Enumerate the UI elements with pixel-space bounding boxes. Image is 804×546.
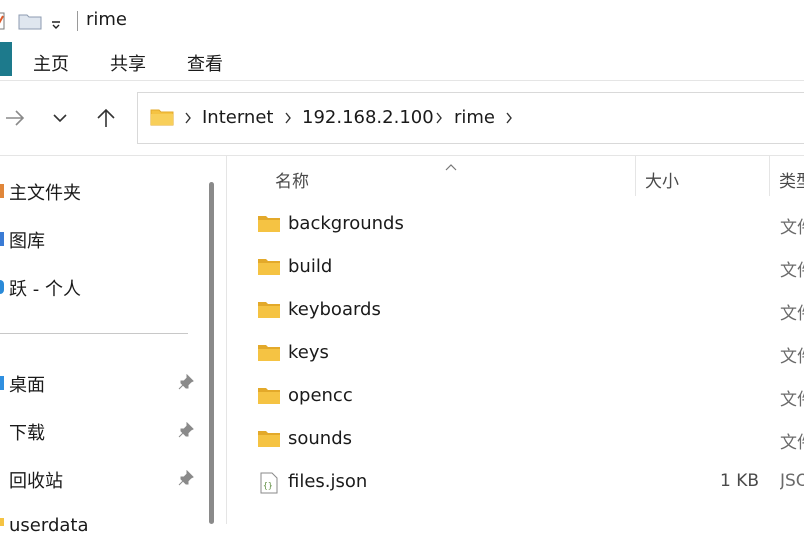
sort-ascending-icon xyxy=(444,156,458,175)
recent-locations-button[interactable] xyxy=(47,105,73,131)
file-row[interactable]: {} files.json 1 KB JSON xyxy=(227,462,804,505)
chevron-right-icon[interactable] xyxy=(284,110,292,129)
file-row[interactable]: sounds 文件夹 xyxy=(227,419,804,462)
chevron-right-icon[interactable] xyxy=(184,110,192,129)
folder-icon xyxy=(257,214,281,238)
file-row[interactable]: backgrounds 文件夹 xyxy=(227,204,804,247)
file-type: 文件夹 xyxy=(780,304,804,324)
sidebar-item-recycle-bin[interactable]: 回收站 xyxy=(0,458,200,498)
up-button[interactable] xyxy=(93,105,119,131)
title-bar: rime xyxy=(0,0,804,42)
sidebar-item-downloads[interactable]: 下载 xyxy=(0,410,200,450)
file-name: sounds xyxy=(288,428,353,449)
sidebar-item-label: userdata xyxy=(9,515,89,536)
sidebar-item-label: 跃 - 个人 xyxy=(9,279,81,300)
folder-icon xyxy=(257,300,281,324)
pin-icon[interactable] xyxy=(178,469,194,490)
file-name: opencc xyxy=(288,385,353,406)
json-file-icon: {} xyxy=(260,472,278,498)
sidebar-scrollbar[interactable] xyxy=(209,182,214,524)
tab-share[interactable]: 共享 xyxy=(110,50,146,76)
file-row[interactable]: opencc 文件夹 xyxy=(227,376,804,419)
folder-icon xyxy=(257,257,281,281)
sidebar-item-gallery[interactable]: 图库 xyxy=(0,218,200,258)
chevron-right-icon[interactable] xyxy=(505,110,513,129)
file-type: JSON xyxy=(780,471,804,491)
navigation-bar: Internet 192.168.2.100 rime xyxy=(0,81,804,155)
folder-icon xyxy=(150,107,174,131)
ribbon: 主页 共享 查看 xyxy=(0,42,804,80)
sidebar-item-label: 桌面 xyxy=(9,375,45,396)
breadcrumb-internet[interactable]: Internet xyxy=(202,107,273,128)
folder-icon xyxy=(257,429,281,453)
file-name: build xyxy=(288,256,333,277)
column-header-name[interactable]: 名称 xyxy=(275,167,309,192)
file-name: backgrounds xyxy=(288,213,404,234)
tab-home[interactable]: 主页 xyxy=(33,50,69,76)
title-separator xyxy=(77,11,78,31)
file-row[interactable]: build 文件夹 xyxy=(227,247,804,290)
file-row[interactable]: keyboards 文件夹 xyxy=(227,290,804,333)
column-separator[interactable] xyxy=(769,156,770,196)
notepad-icon[interactable] xyxy=(0,11,6,35)
tab-view[interactable]: 查看 xyxy=(187,50,223,76)
file-name: files.json xyxy=(288,471,368,492)
svg-text:{}: {} xyxy=(263,481,273,490)
column-header-size[interactable]: 大小 xyxy=(645,167,679,192)
pin-icon[interactable] xyxy=(178,373,194,394)
sidebar-item-desktop[interactable]: 桌面 xyxy=(0,362,200,402)
sidebar: 主文件夹 图库 跃 - 个人 桌面 下载 回收站 userdata xyxy=(0,156,226,536)
sidebar-item-onedrive[interactable]: 跃 - 个人 xyxy=(0,266,200,306)
quick-access-dropdown-icon[interactable] xyxy=(50,15,62,34)
breadcrumb-host[interactable]: 192.168.2.100 xyxy=(302,107,434,128)
folder-icon xyxy=(257,343,281,367)
sidebar-item-label: 主文件夹 xyxy=(9,183,81,204)
column-header-type[interactable]: 类型 xyxy=(779,167,804,192)
file-type: 文件夹 xyxy=(780,390,804,410)
window-title: rime xyxy=(86,9,128,30)
column-separator[interactable] xyxy=(635,156,636,196)
file-list: 名称 大小 类型 backgrounds 文件夹 build 文件夹 keybo… xyxy=(227,156,804,524)
sidebar-item-home[interactable]: 主文件夹 xyxy=(0,170,200,210)
file-row[interactable]: keys 文件夹 xyxy=(227,333,804,376)
file-tab[interactable] xyxy=(0,42,12,76)
chevron-right-icon[interactable] xyxy=(435,110,443,129)
sidebar-item-label: 下载 xyxy=(9,423,45,444)
folder-icon xyxy=(257,386,281,410)
pin-icon[interactable] xyxy=(178,421,194,442)
file-type: 文件夹 xyxy=(780,261,804,281)
sidebar-item-label: 回收站 xyxy=(9,471,63,492)
folder-quick-icon[interactable] xyxy=(18,12,42,34)
sidebar-item-label: 图库 xyxy=(9,231,45,252)
address-bar[interactable]: Internet 192.168.2.100 rime xyxy=(137,92,804,144)
file-type: 文件夹 xyxy=(780,218,804,238)
sidebar-divider xyxy=(0,333,188,334)
file-name: keyboards xyxy=(288,299,381,320)
breadcrumb-rime[interactable]: rime xyxy=(454,107,495,128)
file-type: 文件夹 xyxy=(780,347,804,367)
forward-button[interactable] xyxy=(2,105,28,131)
sidebar-item-userdata[interactable]: userdata xyxy=(0,506,200,546)
file-name: keys xyxy=(288,342,329,363)
file-size: 1 KB xyxy=(719,471,759,491)
file-type: 文件夹 xyxy=(780,433,804,453)
